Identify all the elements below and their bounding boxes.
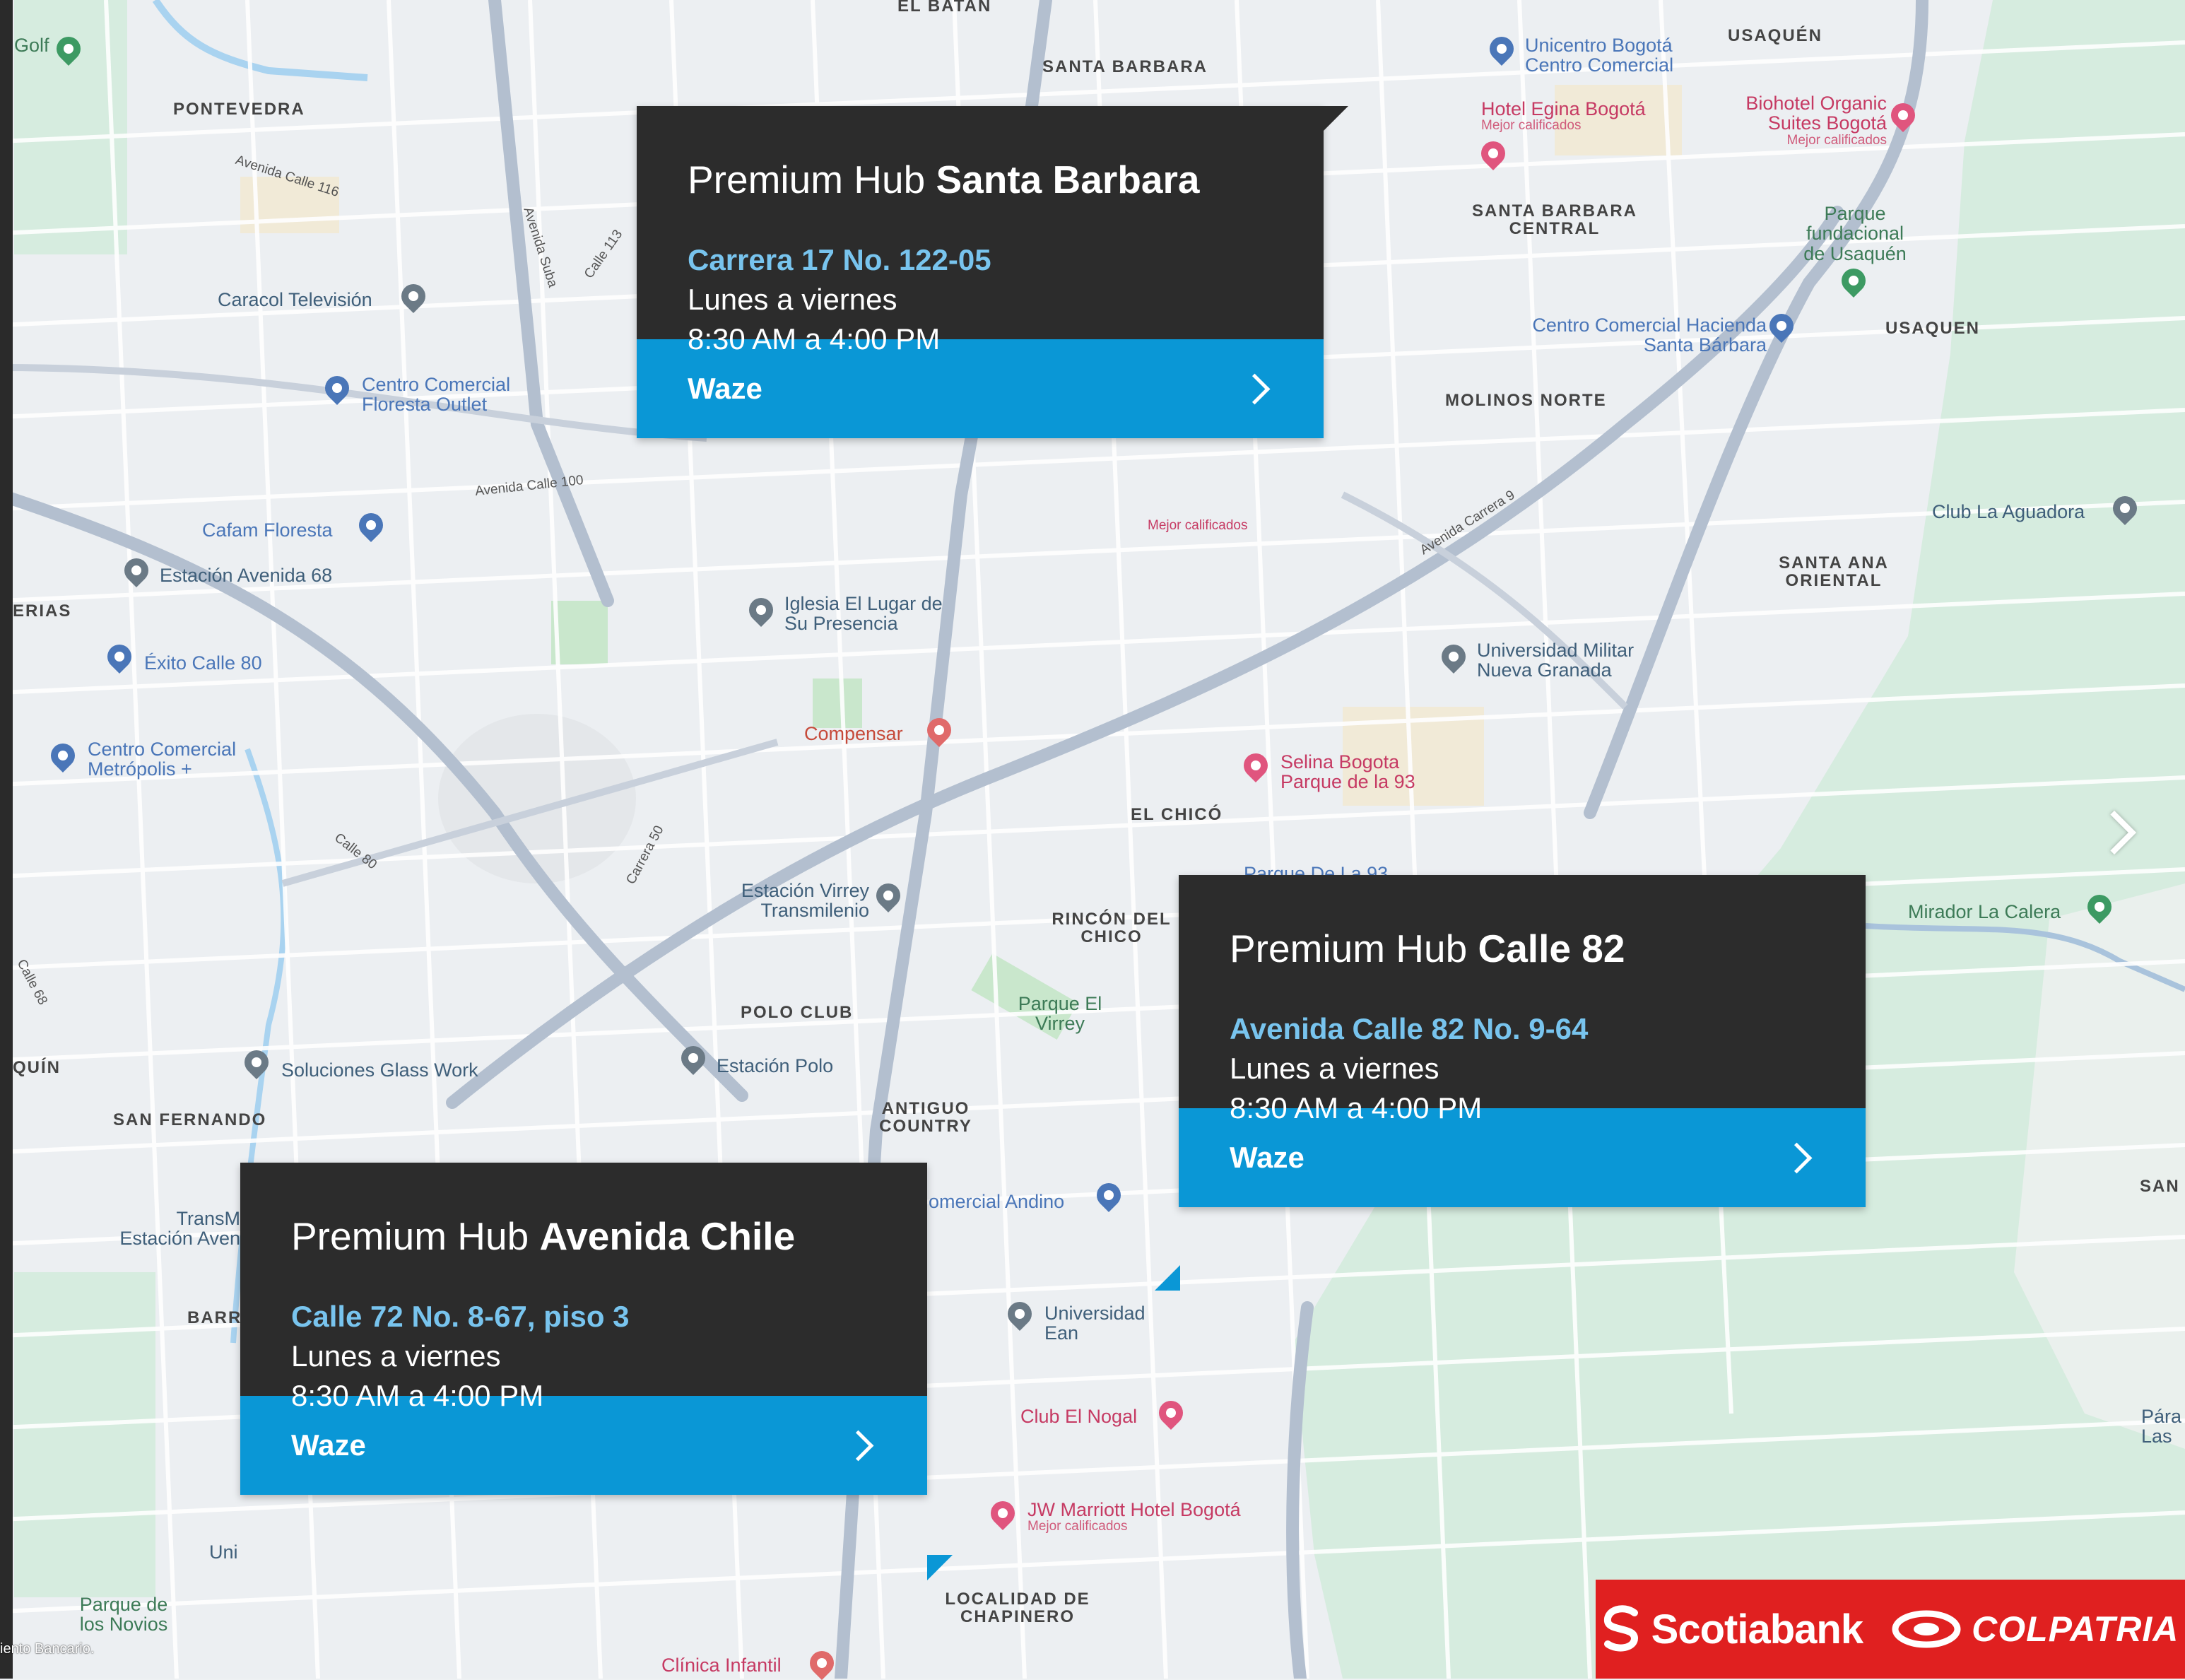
poi-hacienda[interactable]: Centro Comercial Hacienda Santa Bárbara	[1526, 315, 1767, 356]
poi-parque-virrey[interactable]: Parque El Virrey	[1018, 994, 1102, 1034]
poi-exito[interactable]: Éxito Calle 80	[144, 653, 262, 674]
waze-button-label: Waze	[291, 1428, 366, 1462]
colpatria-logo: COLPATRIA	[1891, 1608, 2179, 1650]
area-erias: ERIAS	[13, 601, 72, 621]
poi-unicentro[interactable]: Unicentro Bogotá Centro Comercial	[1525, 35, 1702, 76]
poi-biohotel[interactable]: Biohotel Organic Suites Bogotá Mejor cal…	[1717, 93, 1887, 148]
hub-card-body: Premium Hub Calle 82 Avenida Calle 82 No…	[1179, 875, 1866, 1124]
poi-parque-usaquen[interactable]: Parque fundacional de Usaquén	[1795, 204, 1915, 264]
poi-univ-militar[interactable]: Universidad Militar Nueva Granada	[1477, 640, 1682, 681]
area-pontevedra: PONTEVEDRA	[173, 100, 305, 119]
poi-para[interactable]: Pára Las	[2141, 1406, 2185, 1447]
poi-hotel-egina-sub: Mejor calificados	[1481, 118, 1582, 134]
poi-selina[interactable]: Selina Bogota Parque de la 93	[1280, 752, 1464, 792]
hub-address: Carrera 17 No. 122-05	[688, 243, 991, 276]
area-rincon-del-chico: RINCÓN DEL CHICO	[1052, 910, 1172, 947]
chevron-right-icon	[1781, 1142, 1813, 1173]
chevron-right-icon	[842, 1430, 874, 1461]
hub-card-pointer	[1155, 1265, 1180, 1291]
waze-button-label: Waze	[688, 372, 762, 405]
area-el-chico: EL CHICÓ	[1131, 805, 1223, 824]
area-san-fernando: SAN FERNANDO	[113, 1110, 267, 1129]
brand-banner: Scotiabank COLPATRIA	[1596, 1580, 2185, 1679]
scotiabank-s-icon	[1603, 1605, 1638, 1652]
poi-club-aguadora[interactable]: Club La Aguadora	[1932, 502, 2085, 522]
poi-andino[interactable]: omercial Andino	[929, 1192, 1064, 1212]
hub-card-calle-82: Premium Hub Calle 82 Avenida Calle 82 No…	[1179, 875, 1866, 1207]
poi-cafam[interactable]: Cafam Floresta	[202, 520, 333, 541]
poi-jw-sub: Mejor calificados	[1027, 1519, 1128, 1534]
area-barr: BARR	[187, 1308, 242, 1327]
area-chapinero: LOCALIDAD DE CHAPINERO	[945, 1590, 1090, 1627]
area-antiguo-country: ANTIGUO COUNTRY	[879, 1099, 972, 1136]
poi-estacion-polo[interactable]: Estación Polo	[717, 1056, 833, 1076]
poi-soluciones[interactable]: Soluciones Glass Work	[281, 1060, 478, 1081]
hub-card-pointer	[927, 1555, 953, 1580]
area-usaquen: USAQUEN	[1885, 319, 1981, 338]
poi-estacion-virrey[interactable]: Estación Virrey Transmilenio	[721, 881, 869, 921]
hub-days: Lunes a viernes	[1230, 1052, 1439, 1085]
hub-address: Avenida Calle 82 No. 9-64	[1230, 1012, 1589, 1045]
colpatria-swirl-icon	[1892, 1610, 1961, 1648]
poi-caracol[interactable]: Caracol Televisión	[218, 290, 372, 310]
area-molinos-norte: MOLINOS NORTE	[1445, 391, 1607, 410]
scotiabank-name: Scotiabank	[1651, 1606, 1863, 1652]
hub-days: Lunes a viernes	[291, 1339, 501, 1373]
footnote-text: iento Bancario.	[0, 1641, 95, 1657]
poi-parque-novios[interactable]: Parque de los Novios	[71, 1594, 177, 1635]
poi-jw-marriott[interactable]: JW Marriott Hotel Bogotá Mejor calificad…	[1027, 1500, 1241, 1534]
poi-hotel-egina-name: Hotel Egina Bogotá	[1481, 98, 1646, 119]
chevron-right-icon	[1239, 373, 1271, 404]
hub-title-prefix: Premium Hub	[688, 158, 926, 201]
poi-estacion-68[interactable]: Estación Avenida 68	[160, 565, 332, 586]
area-quin: QUÍN	[13, 1058, 61, 1077]
hub-title-prefix: Premium Hub	[1230, 927, 1468, 970]
poi-jw-name: JW Marriott Hotel Bogotá	[1027, 1499, 1241, 1520]
hub-title-name: Avenida Chile	[539, 1214, 796, 1258]
area-el-batan: EL BATAN	[897, 0, 992, 16]
hub-card-body: Premium Hub Santa Barbara Carrera 17 No.…	[637, 106, 1324, 356]
hub-card-santa-barbara: Premium Hub Santa Barbara Carrera 17 No.…	[637, 106, 1324, 438]
poi-compensar[interactable]: Compensar	[804, 724, 903, 744]
hub-title-prefix: Premium Hub	[291, 1214, 529, 1258]
waze-button-label: Waze	[1230, 1141, 1304, 1174]
area-santa-ana-oriental: SANTA ANA ORIENTAL	[1779, 553, 1889, 591]
poi-biohotel-sub: Mejor calificados	[1786, 132, 1887, 148]
hub-title-name: Calle 82	[1478, 927, 1625, 970]
hub-card-body: Premium Hub Avenida Chile Calle 72 No. 8…	[240, 1163, 927, 1412]
area-polo-club: POLO CLUB	[741, 1003, 854, 1022]
area-santa-barbara: SANTA BARBARA	[1042, 57, 1208, 76]
poi-univ-ean[interactable]: Universidad Ean	[1044, 1303, 1145, 1344]
poi-golf[interactable]: Golf	[14, 35, 49, 56]
scotiabank-logo: Scotiabank	[1602, 1604, 1863, 1654]
hub-card-pointer	[1323, 106, 1348, 131]
area-usaquen-top: USAQUÉN	[1728, 26, 1823, 45]
hub-card-avenida-chile: Premium Hub Avenida Chile Calle 72 No. 8…	[240, 1163, 927, 1495]
hub-title-name: Santa Barbara	[936, 158, 1200, 201]
poi-uni[interactable]: Uni	[209, 1542, 238, 1563]
area-san: SAN	[2140, 1177, 2180, 1196]
area-santa-barbara-central: SANTA BARBARA CENTRAL	[1472, 201, 1637, 239]
hub-title: Premium Hub Calle 82	[1230, 926, 1815, 971]
poi-hotel-egina[interactable]: Hotel Egina Bogotá Mejor calificados	[1481, 99, 1646, 133]
poi-mirador[interactable]: Mirador La Calera	[1908, 902, 2061, 922]
hub-days: Lunes a viernes	[688, 283, 897, 316]
poi-club-nogal[interactable]: Club El Nogal	[1020, 1406, 1137, 1427]
poi-biohotel-name: Biohotel Organic Suites Bogotá	[1745, 93, 1887, 134]
poi-mejor-calificados[interactable]: Mejor calificados	[1148, 519, 1248, 533]
poi-metropolis[interactable]: Centro Comercial Metrópolis +	[88, 739, 264, 780]
colpatria-name: COLPATRIA	[1972, 1609, 2179, 1649]
left-edge-bar	[0, 0, 13, 1679]
hub-title: Premium Hub Santa Barbara	[688, 157, 1273, 202]
hub-address: Calle 72 No. 8-67, piso 3	[291, 1300, 630, 1333]
poi-clinica[interactable]: Clínica Infantil	[661, 1655, 782, 1676]
hub-title: Premium Hub Avenida Chile	[291, 1214, 876, 1259]
poi-floresta-outlet[interactable]: Centro Comercial Floresta Outlet	[362, 375, 567, 415]
poi-transm[interactable]: TransM Estación Aven	[99, 1209, 240, 1249]
poi-iglesia[interactable]: Iglesia El Lugar de Su Presencia	[784, 594, 947, 634]
